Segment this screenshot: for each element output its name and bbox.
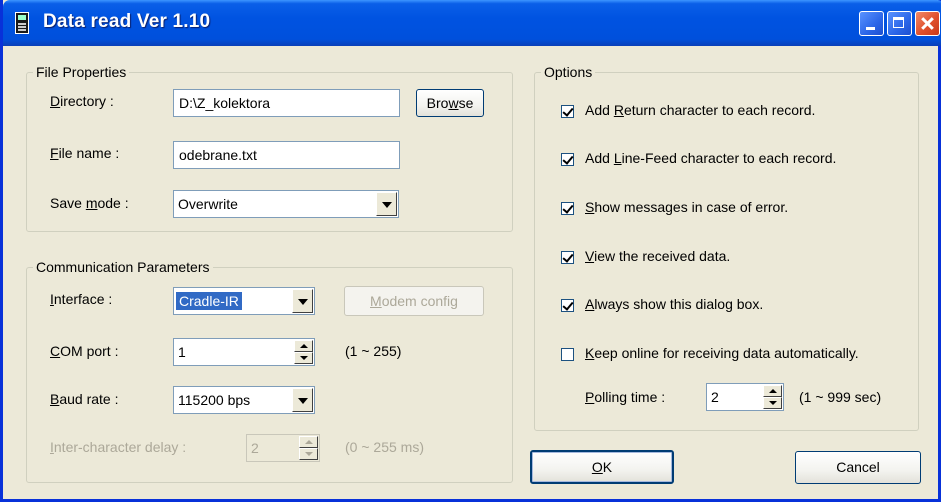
- file-name-input[interactable]: odebrane.txt: [173, 141, 400, 169]
- polling-time-value: 2: [711, 389, 719, 405]
- option-label: Show messages in case of error.: [585, 199, 789, 215]
- inter-char-delay-stepper[interactable]: 2: [246, 434, 320, 462]
- polling-time-label: Polling time :: [585, 389, 666, 405]
- com-port-range: (1 ~ 255): [345, 343, 402, 359]
- ok-button[interactable]: OK: [530, 450, 674, 484]
- option-label: Add Line-Feed character to each record.: [585, 150, 837, 166]
- file-properties-legend: File Properties: [36, 64, 127, 80]
- browse-button[interactable]: Browse: [416, 89, 484, 117]
- close-button[interactable]: [915, 11, 940, 36]
- option-label: View the received data.: [585, 248, 731, 264]
- save-mode-select[interactable]: Overwrite: [173, 190, 399, 218]
- com-port-label: COM port :: [50, 343, 119, 359]
- chevron-down-icon[interactable]: [292, 388, 313, 412]
- spin-up-icon[interactable]: [763, 385, 782, 397]
- interface-label: Interface :: [50, 291, 113, 307]
- baud-rate-label: Baud rate :: [50, 391, 119, 407]
- baud-rate-value: 115200 bps: [178, 392, 251, 408]
- line-feed-checkbox[interactable]: [561, 153, 574, 166]
- options-legend: Options: [544, 64, 593, 80]
- save-mode-label: Save mode :: [50, 195, 129, 211]
- inter-char-delay-label: Inter-character delay :: [50, 439, 187, 455]
- show-errors-checkbox[interactable]: [561, 202, 574, 215]
- minimize-button[interactable]: [859, 11, 884, 36]
- directory-input[interactable]: D:\Z_kolektora: [173, 89, 400, 117]
- spin-down-icon[interactable]: [299, 448, 318, 460]
- directory-label: Directory :: [50, 93, 114, 109]
- spin-down-icon[interactable]: [294, 352, 313, 364]
- inter-char-delay-range: (0 ~ 255 ms): [345, 439, 424, 455]
- window-title: Data read Ver 1.10: [43, 11, 211, 32]
- chevron-down-icon[interactable]: [376, 192, 397, 216]
- spin-down-icon[interactable]: [763, 397, 782, 409]
- save-mode-value: Overwrite: [178, 196, 238, 212]
- option-label: Add Return character to each record.: [585, 102, 816, 118]
- title-bar[interactable]: Data read Ver 1.10: [3, 0, 941, 46]
- always-show-checkbox[interactable]: [561, 299, 574, 312]
- cancel-button[interactable]: Cancel: [795, 451, 921, 484]
- option-label: Always show this dialog box.: [585, 296, 764, 312]
- file-name-label: File name :: [50, 145, 120, 161]
- polling-time-range: (1 ~ 999 sec): [799, 389, 882, 405]
- communication-legend: Communication Parameters: [36, 259, 210, 275]
- spin-up-icon[interactable]: [294, 340, 313, 352]
- polling-time-stepper[interactable]: 2: [706, 383, 784, 411]
- view-data-checkbox[interactable]: [561, 251, 574, 264]
- spin-up-icon[interactable]: [299, 436, 318, 448]
- keep-online-checkbox[interactable]: [561, 348, 574, 361]
- dialog-window: Data read Ver 1.10 File Properties Direc…: [0, 0, 941, 502]
- inter-char-delay-value: 2: [251, 440, 259, 456]
- com-port-value: 1: [178, 344, 186, 360]
- baud-rate-select[interactable]: 115200 bps: [173, 386, 315, 414]
- interface-value: Cradle-IR: [176, 292, 242, 310]
- interface-select[interactable]: Cradle-IR: [173, 287, 315, 315]
- maximize-button[interactable]: [887, 11, 912, 36]
- com-port-stepper[interactable]: 1: [173, 338, 315, 366]
- app-icon: [15, 12, 29, 34]
- return-char-checkbox[interactable]: [561, 105, 574, 118]
- option-label: Keep online for receiving data automatic…: [585, 345, 859, 361]
- modem-config-button[interactable]: Modem config: [344, 286, 484, 316]
- chevron-down-icon[interactable]: [292, 289, 313, 313]
